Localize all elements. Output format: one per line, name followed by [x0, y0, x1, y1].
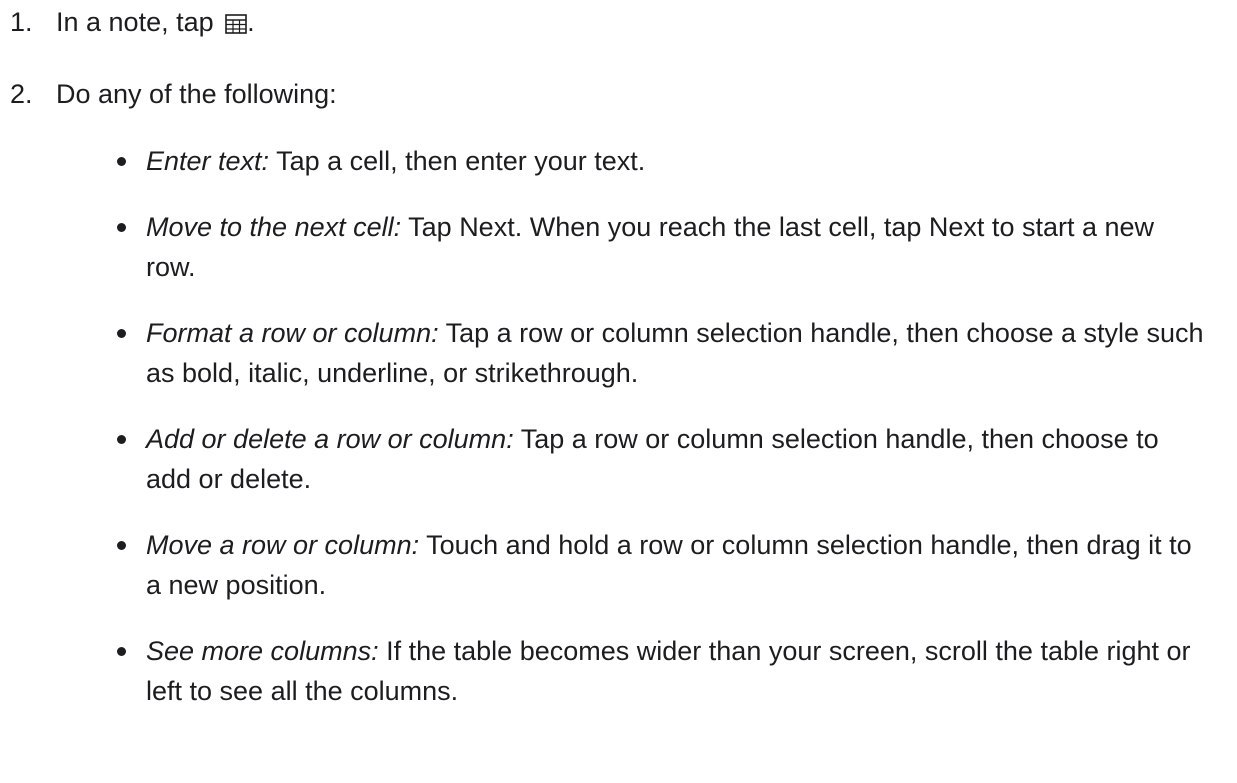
item-text: Tap a cell, then enter your text. [269, 146, 646, 176]
step-number: 1. [10, 7, 33, 37]
step-1: 1. In a note, tap . [0, 2, 255, 46]
list-item: Enter text: Tap a cell, then enter your … [117, 141, 1206, 181]
item-term: Move to the next cell: [146, 212, 402, 242]
item-term: Add or delete a row or column: [146, 424, 514, 454]
bullet-icon [117, 157, 126, 166]
step-text: In a note, tap . [56, 2, 255, 46]
item-term: See more columns: [146, 636, 379, 666]
bullet-icon [117, 541, 126, 550]
list-item: Move a row or column: Touch and hold a r… [117, 525, 1206, 605]
help-article: 1. In a note, tap . 2. Do any of the fol… [0, 0, 1237, 783]
list-item: Format a row or column: Tap a row or col… [117, 313, 1206, 393]
item-term: Enter text: [146, 146, 270, 176]
bullet-icon [117, 329, 126, 338]
step-text-before: In a note, tap [56, 7, 214, 37]
step-text: Do any of the following: [56, 79, 337, 109]
step-text-after: . [247, 7, 255, 37]
table-icon [225, 6, 247, 46]
item-term: Move a row or column: [146, 530, 420, 560]
bullet-icon [117, 435, 126, 444]
options-list: Enter text: Tap a cell, then enter your … [117, 141, 1206, 737]
list-item: See more columns: If the table becomes w… [117, 631, 1206, 711]
list-item: Move to the next cell: Tap Next. When yo… [117, 207, 1206, 287]
list-item: Add or delete a row or column: Tap a row… [117, 419, 1206, 499]
step-number: 2. [10, 79, 33, 109]
item-term: Format a row or column: [146, 318, 439, 348]
bullet-icon [117, 647, 126, 656]
step-2: 2. Do any of the following: [0, 74, 337, 114]
bullet-icon [117, 223, 126, 232]
